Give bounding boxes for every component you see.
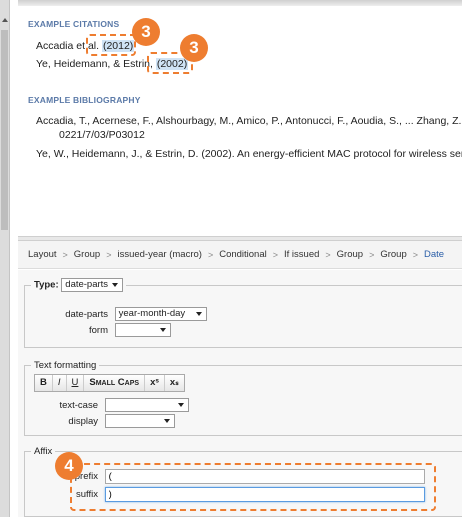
breadcrumb-item[interactable]: Conditional [219, 249, 267, 260]
example-preview-panel: EXAMPLE CITATIONS Accadia et al. (2012) … [18, 0, 462, 236]
breadcrumb-item[interactable]: issued-year (macro) [117, 249, 201, 260]
scroll-up-arrow-icon[interactable] [2, 18, 8, 22]
display-row: display [28, 414, 175, 428]
chevron-right-icon: > [62, 249, 68, 260]
left-scrollbar[interactable] [0, 0, 10, 517]
annotation-badge: 3 [180, 34, 208, 62]
type-legend: Type: date-parts [31, 278, 126, 292]
bibliography-entry-continuation: 0221/7/03/P03012 [59, 129, 145, 141]
date-parts-row: date-parts year-month-day [28, 307, 207, 321]
chevron-right-icon: > [106, 249, 112, 260]
form-row: form [28, 323, 171, 337]
underline-button[interactable]: U [66, 375, 85, 391]
bold-button[interactable]: B [35, 375, 53, 391]
breadcrumb-item[interactable]: Group [74, 249, 100, 260]
type-select-value: date-parts [65, 279, 109, 290]
chevron-right-icon: > [272, 249, 279, 260]
breadcrumb-item[interactable]: Group [337, 249, 363, 260]
annotation-highlight-box [70, 463, 436, 511]
breadcrumb-item[interactable]: If issued [284, 249, 319, 260]
affixes-legend: Affix [34, 446, 53, 457]
bibliography-entry: Ye, W., Heidemann, J., & Estrin, D. (200… [36, 148, 462, 160]
dropdown-caret-icon [163, 419, 170, 423]
chevron-right-icon: > [325, 249, 331, 260]
form-select[interactable] [114, 323, 171, 337]
display-label: display [68, 415, 98, 427]
type-legend-label: Type: [34, 279, 59, 291]
chevron-right-icon: > [369, 249, 375, 260]
text-formatting-legend: Text formatting [34, 360, 97, 371]
preview-top-border [18, 0, 462, 6]
type-select[interactable]: date-parts [61, 278, 124, 292]
example-bibliography-title: EXAMPLE BIBLIOGRAPHY [28, 95, 141, 105]
date-parts-select-value: year-month-day [118, 308, 186, 319]
bibliography-entry: Accadia, T., Acernese, F., Alshourbagy, … [36, 115, 462, 127]
italic-button[interactable]: I [52, 375, 67, 391]
breadcrumb-item[interactable]: Layout [28, 249, 57, 260]
dropdown-caret-icon [159, 328, 166, 332]
display-select[interactable] [104, 414, 175, 428]
subscript-button[interactable]: xₛ [164, 375, 184, 391]
example-citations-title: EXAMPLE CITATIONS [28, 19, 120, 29]
dropdown-caret-icon [195, 312, 202, 316]
chevron-right-icon: > [412, 249, 419, 260]
date-parts-select[interactable]: year-month-day [114, 307, 207, 321]
text-case-row: text-case [28, 398, 189, 412]
text-case-label: text-case [59, 399, 98, 411]
dropdown-caret-icon [177, 403, 184, 407]
chevron-right-icon: > [207, 249, 214, 260]
text-case-select[interactable] [104, 398, 189, 412]
breadcrumb-item[interactable]: Group [380, 249, 406, 260]
dropdown-caret-icon [112, 283, 119, 287]
superscript-button[interactable]: xˢ [145, 375, 165, 391]
breadcrumb: Layout > Group > issued-year (macro) > C… [18, 241, 462, 269]
breadcrumb-item-current[interactable]: Date [424, 249, 444, 260]
form-label: form [89, 324, 108, 336]
annotation-badge: 3 [132, 18, 160, 46]
small-caps-button[interactable]: Small Caps [84, 375, 146, 391]
formatting-toolbar: B I U Small Caps xˢ xₛ [34, 374, 185, 392]
citation-text: Ye, Heidemann, & Estrin, [36, 58, 156, 70]
annotation-badge: 4 [55, 452, 83, 480]
scrollbar-thumb[interactable] [1, 30, 8, 230]
annotation-highlight-box [86, 34, 136, 56]
date-parts-label: date-parts [65, 308, 108, 320]
